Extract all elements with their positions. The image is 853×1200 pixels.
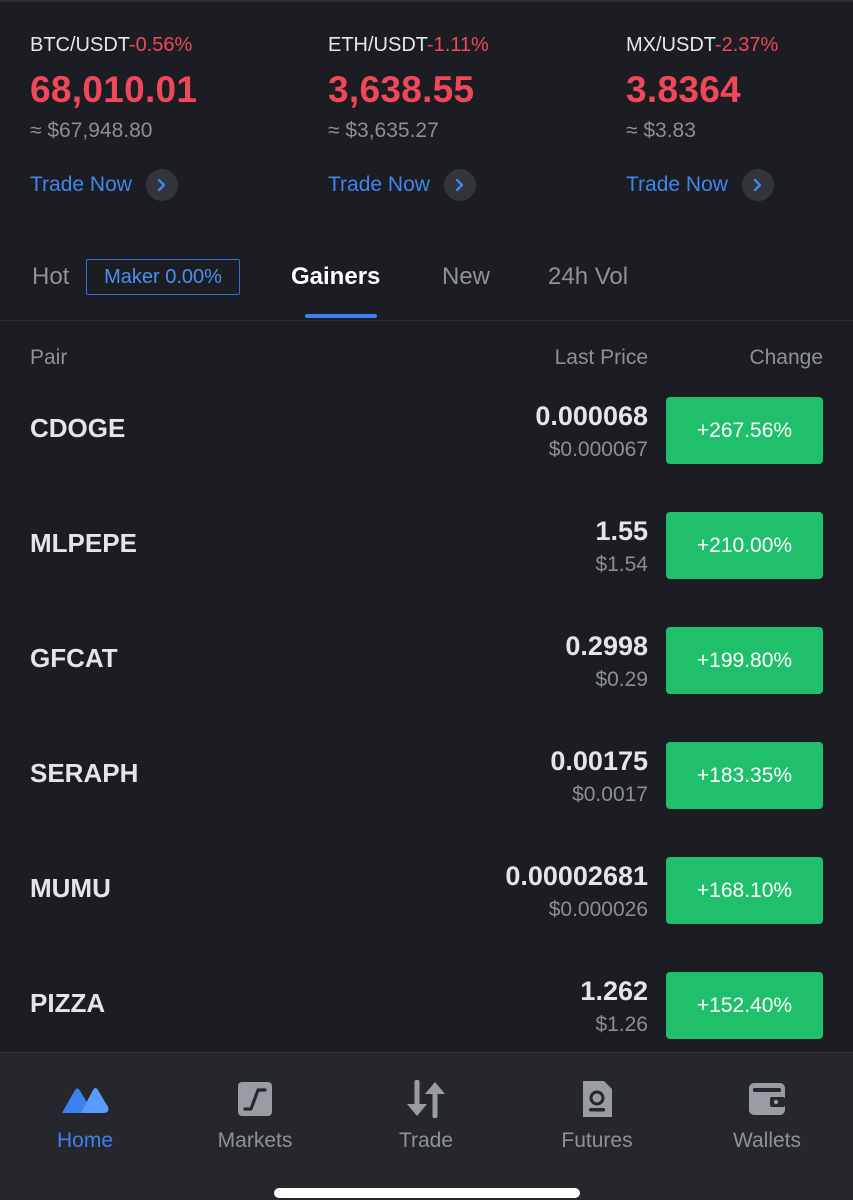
chevron-right-icon: [145, 169, 178, 201]
nav-home[interactable]: Home: [15, 1079, 155, 1153]
last-price-cell: 0.000068 $0.000067: [535, 401, 648, 462]
last-price-usd: $1.26: [595, 1013, 648, 1036]
mexc-logo-icon: [15, 1079, 155, 1119]
nav-wallets[interactable]: Wallets: [697, 1079, 837, 1153]
tab-new[interactable]: New: [442, 263, 490, 291]
nav-markets[interactable]: Markets: [185, 1079, 325, 1153]
ticker-usd-price: ≈ $3,635.27: [328, 119, 439, 142]
ticker-price: 68,010.01: [30, 69, 198, 110]
change-badge[interactable]: +152.40%: [666, 972, 823, 1039]
last-price: 1.262: [580, 976, 648, 1006]
pair-symbol: GFCAT: [30, 643, 118, 673]
last-price-cell: 0.00175 $0.0017: [550, 746, 648, 807]
ticker-pair: ETH/USDT: [328, 34, 427, 56]
column-header-pair[interactable]: Pair: [30, 346, 67, 370]
ticker-change: -2.37%: [714, 34, 779, 56]
change-badge[interactable]: +267.56%: [666, 397, 823, 464]
last-price-cell: 0.2998 $0.29: [565, 631, 648, 692]
maker-fee-badge: Maker 0.00%: [86, 259, 240, 295]
active-tab-indicator: [305, 314, 377, 318]
tabs-divider: [0, 320, 853, 321]
column-header-last-price[interactable]: Last Price: [555, 346, 648, 370]
pair-symbol: MUMU: [30, 873, 111, 903]
nav-trade[interactable]: Trade: [356, 1079, 496, 1153]
trade-now-label: Trade Now: [30, 173, 132, 196]
trade-now-label: Trade Now: [626, 173, 728, 196]
change-badge[interactable]: +199.80%: [666, 627, 823, 694]
ticker-eth[interactable]: ETH/USDT-1.11% 3,638.55 ≈ $3,635.27 Trad…: [328, 34, 588, 201]
last-price-usd: $0.000067: [548, 438, 648, 461]
tab-gainers[interactable]: Gainers: [291, 263, 380, 291]
table-row[interactable]: SERAPH 0.00175 $0.0017 +183.35%: [0, 742, 853, 857]
nav-label: Trade: [398, 1129, 454, 1152]
chevron-right-icon: [443, 169, 476, 201]
tab-hot[interactable]: Hot: [32, 263, 69, 291]
change-badge[interactable]: +168.10%: [666, 857, 823, 924]
last-price: 0.00175: [550, 746, 648, 776]
tab-24h-vol[interactable]: 24h Vol: [548, 263, 628, 291]
futures-doc-icon: [527, 1079, 667, 1119]
pair-symbol: CDOGE: [30, 413, 126, 443]
ticker-pair-line: BTC/USDT-0.56%: [30, 34, 290, 57]
change-badge[interactable]: +210.00%: [666, 512, 823, 579]
column-header-change[interactable]: Change: [749, 346, 823, 370]
markets-chart-icon: [185, 1079, 325, 1119]
last-price: 0.00002681: [505, 861, 648, 891]
trade-now-button[interactable]: Trade Now: [30, 169, 290, 201]
last-price-usd: $0.000026: [548, 898, 648, 921]
last-price-usd: $0.29: [595, 668, 648, 691]
last-price: 0.2998: [565, 631, 648, 661]
nav-futures[interactable]: Futures: [527, 1079, 667, 1153]
ticker-btc[interactable]: BTC/USDT-0.56% 68,010.01 ≈ $67,948.80 Tr…: [30, 34, 290, 201]
nav-label: Wallets: [732, 1129, 802, 1152]
home-indicator[interactable]: [274, 1188, 580, 1198]
ticker-pair-line: ETH/USDT-1.11%: [328, 34, 588, 57]
last-price-usd: $1.54: [595, 553, 648, 576]
last-price: 1.55: [595, 516, 648, 546]
last-price-cell: 0.00002681 $0.000026: [505, 861, 648, 922]
ticker-pair: MX/USDT: [626, 34, 715, 56]
trade-now-button[interactable]: Trade Now: [626, 169, 846, 201]
ticker-price: 3.8364: [626, 69, 741, 110]
last-price: 0.000068: [535, 401, 648, 431]
ticker-pair-line: MX/USDT-2.37%: [626, 34, 846, 57]
table-row[interactable]: GFCAT 0.2998 $0.29 +199.80%: [0, 627, 853, 742]
table-row[interactable]: MUMU 0.00002681 $0.000026 +168.10%: [0, 857, 853, 972]
ticker-change: -1.11%: [426, 34, 489, 56]
nav-label: Futures: [561, 1129, 633, 1152]
trade-now-button[interactable]: Trade Now: [328, 169, 588, 201]
ticker-change: -0.56%: [128, 34, 193, 56]
pair-symbol: SERAPH: [30, 758, 139, 788]
trade-arrows-icon: [356, 1079, 496, 1119]
market-tabs: Hot Maker 0.00% Gainers New 24h Vol: [0, 256, 853, 320]
trade-now-label: Trade Now: [328, 173, 430, 196]
last-price-usd: $0.0017: [572, 783, 648, 806]
change-badge[interactable]: +183.35%: [666, 742, 823, 809]
wallet-icon: [697, 1079, 837, 1119]
nav-label: Markets: [217, 1129, 293, 1152]
table-row[interactable]: MLPEPE 1.55 $1.54 +210.00%: [0, 512, 853, 627]
ticker-usd-price: ≈ $3.83: [626, 119, 696, 142]
ticker-mx[interactable]: MX/USDT-2.37% 3.8364 ≈ $3.83 Trade Now: [626, 34, 846, 201]
bottom-nav: Home Markets Trade Futures Wallets: [0, 1052, 853, 1200]
pair-symbol: MLPEPE: [30, 528, 137, 558]
top-divider: [0, 0, 853, 2]
table-row[interactable]: CDOGE 0.000068 $0.000067 +267.56%: [0, 397, 853, 512]
last-price-cell: 1.55 $1.54: [595, 516, 648, 577]
ticker-usd-price: ≈ $67,948.80: [30, 119, 153, 142]
last-price-cell: 1.262 $1.26: [580, 976, 648, 1037]
nav-label: Home: [56, 1129, 114, 1152]
pair-symbol: PIZZA: [30, 988, 106, 1018]
ticker-pair: BTC/USDT: [30, 34, 129, 56]
ticker-price: 3,638.55: [328, 69, 475, 110]
chevron-right-icon: [741, 169, 774, 201]
